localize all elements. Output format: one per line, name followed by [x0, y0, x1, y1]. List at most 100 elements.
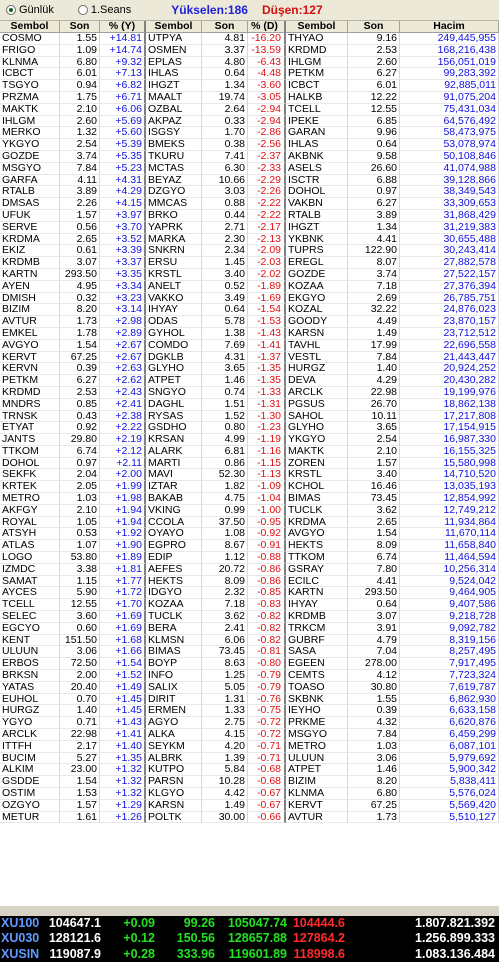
table-row[interactable]: SELEC 3.60 +1.69 TUCLK 3.62 -0.82 KRDMB 3.07 9,2… — [0, 611, 499, 623]
table-row[interactable]: YATAS 20.40 +1.49 SALIX 5.05 -0.79 TOASO 30.80 7… — [0, 681, 499, 694]
table-row[interactable]: IHLGM 2.60 +5.69 AKPAZ 0.33 -2.94 IPEKE 6.85 64,… — [0, 115, 499, 128]
table-row[interactable]: TSGYO 0.94 +6.82 IHGZT 1.34 -3.60 ICBCT 6.01 92,… — [0, 80, 499, 92]
table-row[interactable]: ARCLK 22.98 +1.41 ALKA 4.15 -0.72 MSGYO 7.84 6,4… — [0, 729, 499, 741]
table-row[interactable]: KRTEK 2.05 +1.99 IZTAR 1.82 -1.09 KCHOL 16.46 13… — [0, 481, 499, 494]
table-row[interactable]: EKIZ 0.61 +3.39 SNKRN 2.34 -2.09 TUPRS 122.90 30… — [0, 245, 499, 258]
table-row[interactable]: OSTIM 1.53 +1.32 KLGYO 4.42 -0.67 KLNMA 6.80 5,5… — [0, 788, 499, 800]
table-row[interactable]: PETKM 6.27 +2.62 ATPET 1.46 -1.35 DEVA 4.29 20,4… — [0, 375, 499, 387]
table-row[interactable]: MAKTK 2.10 +6.06 OZBAL 2.64 -2.94 TCELL 12.55 75… — [0, 103, 499, 116]
last-volume-cell: 1.34 — [348, 221, 400, 234]
table-row[interactable]: GSDDE 1.54 +1.32 PARSN 10.28 -0.68 BIZIM 8.20 5,… — [0, 776, 499, 788]
index-row[interactable]: XU100 104647.1 +0.09 99.26 105047.74 104444.6… — [0, 916, 499, 931]
table-row[interactable]: DOHOL 0.97 +2.11 MARTI 0.86 -1.15 ZOREN 1.57 15,… — [0, 457, 499, 470]
table-row[interactable]: ICBCT 6.01 +7.13 IHLAS 0.64 -4.48 PETKM 6.27 99,… — [0, 68, 499, 81]
table-row[interactable]: SEKFK 2.04 +2.00 MAVI 52.30 -1.13 KRSTL 3.40 14,… — [0, 469, 499, 482]
table-row[interactable]: DMISH 0.32 +3.23 VAKKO 3.49 -1.69 EKGYO 2.69 26,… — [0, 292, 499, 305]
table-row[interactable]: KRDMB 3.07 +3.37 ERSU 1.45 -2.03 EREGL 8.07 27,8… — [0, 257, 499, 269]
table-row[interactable]: JANTS 29.80 +2.19 KRSAN 4.99 -1.19 YKGYO 2.54 16… — [0, 434, 499, 446]
table-row[interactable]: AVTUR 1.73 +2.98 ODAS 5.78 -1.53 GOODY 4.49 23,8… — [0, 316, 499, 328]
last-volume-cell: 1.49 — [348, 327, 400, 340]
table-row[interactable]: SERVE 0.56 +3.70 YAPRK 2.71 -2.17 IHGZT 1.34 31,… — [0, 221, 499, 234]
table-row[interactable]: EGCYO 0.60 +1.69 BERA 2.41 -0.82 TRKCM 3.91 9,09… — [0, 622, 499, 635]
pct-down-cell: -1.35 — [248, 375, 286, 387]
table-row[interactable]: GARFA 4.11 +4.31 BEYAZ 10.66 -2.29 ISCTR 6.88 39… — [0, 174, 499, 187]
col-header-last-losers[interactable]: Son — [202, 21, 248, 33]
table-row[interactable]: KRDMD 2.53 +2.43 SNGYO 0.74 -1.33 ARCLK 22.98 19… — [0, 386, 499, 399]
table-row[interactable]: EMKEL 1.78 +2.89 GYHOL 1.38 -1.43 KARSN 1.49 23,… — [0, 327, 499, 340]
table-row[interactable]: SAMAT 1.15 +1.77 HEKTS 8.09 -0.86 ECILC 4.41 9,5… — [0, 575, 499, 588]
table-row[interactable]: YGYO 0.71 +1.43 AGYO 2.75 -0.72 PRKME 4.32 6,620… — [0, 717, 499, 730]
index-row[interactable]: XUSIN 119087.9 +0.28 333.96 119601.89 118998.… — [0, 947, 499, 962]
col-header-last-volume[interactable]: Son — [348, 21, 400, 33]
table-row[interactable]: BUCIM 5.27 +1.35 ALBRK 1.39 -0.71 ULUUN 3.06 5,9… — [0, 752, 499, 765]
table-row[interactable]: HURGZ 1.40 +1.45 ERMEN 1.33 -0.75 IEYHO 0.39 6,6… — [0, 705, 499, 718]
col-header-pct-up[interactable]: % (Y) — [100, 21, 146, 33]
table-row[interactable]: IZMDC 3.38 +1.81 AEFES 20.72 -0.86 GSRAY 7.80 10… — [0, 563, 499, 576]
stock-grid[interactable]: Sembol Son % (Y) Sembol Son % (D) Sembol… — [0, 21, 499, 905]
pct-up-cell: +5.35 — [100, 150, 146, 163]
table-row[interactable]: KRDMA 2.65 +3.52 MARKA 2.30 -2.13 YKBNK 4.41 30,… — [0, 233, 499, 246]
table-row[interactable]: AKFGY 2.10 +1.94 VKING 0.99 -1.00 TUCLK 3.62 12,… — [0, 504, 499, 517]
index-row[interactable]: XU030 128121.6 +0.12 150.56 128657.88 127864.… — [0, 931, 499, 946]
symbol-gainer-cell: EUHOL — [0, 693, 60, 706]
table-row[interactable]: DMSAS 2.26 +4.15 MMCAS 0.88 -2.22 VAKBN 6.27 33,… — [0, 198, 499, 210]
table-row[interactable]: ERBOS 72.50 +1.54 BOYP 8.63 -0.80 EGEEN 278.00 7… — [0, 658, 499, 671]
table-row[interactable]: AYCES 5.90 +1.72 IDGYO 2.32 -0.85 KARTN 293.50 9… — [0, 587, 499, 600]
symbol-gainer-cell: KERVN — [0, 363, 60, 376]
table-row[interactable]: PRZMA 1.75 +6.71 MAALT 19.74 -3.05 HALKB 12.22 9… — [0, 91, 499, 104]
table-row[interactable]: KARTN 293.50 +3.35 KRSTL 3.40 -2.02 GOZDE 3.74 2… — [0, 268, 499, 281]
table-row[interactable]: BRKSN 2.00 +1.52 INFO 1.25 -0.79 CEMTS 4.12 7,72… — [0, 670, 499, 682]
col-header-symbol-losers[interactable]: Sembol — [146, 21, 202, 33]
table-row[interactable]: TTKOM 6.74 +2.12 ALARK 6.81 -1.16 MAKTK 2.10 16,… — [0, 445, 499, 458]
table-row[interactable]: FRIGO 1.09 +14.74 OSMEN 3.37 -13.59 KRDMD 2.53 1… — [0, 44, 499, 57]
pct-down-cell: -0.83 — [248, 599, 286, 612]
symbol-gainer-cell: ERBOS — [0, 658, 60, 671]
table-row[interactable]: KERVT 67.25 +2.67 DGKLB 4.31 -1.37 VESTL 7.84 21… — [0, 351, 499, 364]
col-header-volume[interactable]: Hacim — [400, 21, 499, 33]
pct-up-cell: +1.45 — [100, 693, 146, 706]
table-row[interactable]: ALKIM 23.00 +1.32 KUTPO 5.84 -0.68 ATPET 1.46 5,… — [0, 764, 499, 777]
volume-value-cell: 5,838,411 — [400, 776, 499, 788]
table-row[interactable]: UFUK 1.57 +3.97 BRKO 0.44 -2.22 RTALB 3.89 31,86… — [0, 209, 499, 222]
table-row[interactable]: MERKO 1.32 +5.60 ISGSY 1.70 -2.86 GARAN 9.96 58,… — [0, 127, 499, 140]
table-row[interactable]: AVGYO 1.54 +2.67 COMDO 7.69 -1.41 TAVHL 17.99 22… — [0, 339, 499, 352]
table-row[interactable]: AYEN 4.95 +3.34 ANELT 0.52 -1.89 KOZAA 7.18 27,3… — [0, 280, 499, 293]
last-loser-cell: 52.30 — [202, 469, 248, 482]
pct-down-cell: -1.54 — [248, 304, 286, 317]
table-row[interactable]: TCELL 12.55 +1.70 KOZAA 7.18 -0.83 IHYAY 0.64 9,… — [0, 599, 499, 612]
table-row[interactable]: KLNMA 6.80 +9.32 EPLAS 4.80 -6.43 IHLGM 2.60 156… — [0, 56, 499, 69]
table-row[interactable]: BIZIM 8.20 +3.14 IHYAY 0.64 -1.54 KOZAL 32.22 24… — [0, 304, 499, 317]
table-row[interactable]: METRO 1.03 +1.98 BAKAB 4.75 -1.04 BIMAS 73.45 12… — [0, 493, 499, 505]
table-row[interactable]: EUHOL 0.70 +1.45 DIRIT 1.31 -0.76 SKBNK 1.55 6,8… — [0, 693, 499, 706]
table-row[interactable]: YKGYO 2.54 +5.39 BMEKS 0.38 -2.56 IHLAS 0.64 53,… — [0, 139, 499, 151]
col-header-symbol-volume[interactable]: Sembol — [286, 21, 348, 33]
table-row[interactable]: ETYAT 0.92 +2.22 GSDHO 0.80 -1.23 GLYHO 3.65 17,… — [0, 422, 499, 435]
col-header-symbol-gainers[interactable]: Sembol — [0, 21, 60, 33]
table-row[interactable]: MSGYO 7.84 +5.23 MCTAS 6.30 -2.33 ASELS 26.60 41… — [0, 162, 499, 175]
pct-up-cell: +3.52 — [100, 233, 146, 246]
table-row[interactable]: OZGYO 1.57 +1.29 KARSN 1.49 -0.67 KERVT 67.25 5,… — [0, 799, 499, 812]
last-loser-cell: 1.51 — [202, 398, 248, 411]
session-radio[interactable]: 1.Seans — [77, 4, 131, 16]
pct-down-cell: -1.37 — [248, 351, 286, 364]
col-header-pct-down[interactable]: % (D) — [248, 21, 286, 33]
table-row[interactable]: TRNSK 0.43 +2.38 RYSAS 1.52 -1.30 SAHOL 10.11 17… — [0, 410, 499, 423]
table-row[interactable]: LOGO 53.80 +1.89 EDIP 1.12 -0.88 TTKOM 6.74 11,4… — [0, 552, 499, 564]
last-gainer-cell: 5.90 — [60, 587, 100, 600]
col-header-last-gainers[interactable]: Son — [60, 21, 100, 33]
last-volume-cell: 10.11 — [348, 410, 400, 423]
table-row[interactable]: METUR 1.61 +1.26 POLTK 30.00 -0.66 AVTUR 1.73 5,… — [0, 811, 499, 824]
table-row[interactable]: KERVN 0.39 +2.63 GLYHO 3.65 -1.35 HURGZ 1.40 20,… — [0, 363, 499, 376]
table-row[interactable]: ULUUN 3.06 +1.66 BIMAS 73.45 -0.81 SASA 7.04 8,2… — [0, 646, 499, 659]
table-row[interactable]: ITTFH 2.17 +1.40 SEYKM 4.20 -0.71 METRO 1.03 6,0… — [0, 740, 499, 753]
table-row[interactable]: ATSYH 0.53 +1.92 OYAYO 1.08 -0.92 AVGYO 1.54 11,… — [0, 528, 499, 541]
table-row[interactable]: KENT 151.50 +1.68 KLMSN 6.06 -0.82 GUBRF 4.79 8,… — [0, 634, 499, 647]
table-row[interactable]: ROYAL 1.05 +1.94 CCOLA 37.50 -0.95 KRDMA 2.65 11… — [0, 516, 499, 529]
table-row[interactable]: RTALB 3.89 +4.29 DZGYO 3.03 -2.26 DOHOL 0.97 38,… — [0, 186, 499, 199]
table-row[interactable]: ATLAS 1.07 +1.90 EGPRO 8.67 -0.91 HEKTS 8.09 11,… — [0, 540, 499, 553]
table-row[interactable]: MNDRS 0.85 +2.41 DAGHL 1.51 -1.31 PGSUS 26.70 18… — [0, 398, 499, 411]
daily-radio[interactable]: Günlük — [6, 4, 54, 16]
volume-value-cell: 24,876,023 — [400, 304, 499, 317]
table-row[interactable]: GOZDE 3.74 +5.35 TKURU 7.41 -2.37 AKBNK 9.58 50,… — [0, 150, 499, 163]
table-row[interactable]: COSMO 1.55 +14.81 UTPYA 4.81 -16.20 THYAO 9.16 2… — [0, 33, 499, 45]
